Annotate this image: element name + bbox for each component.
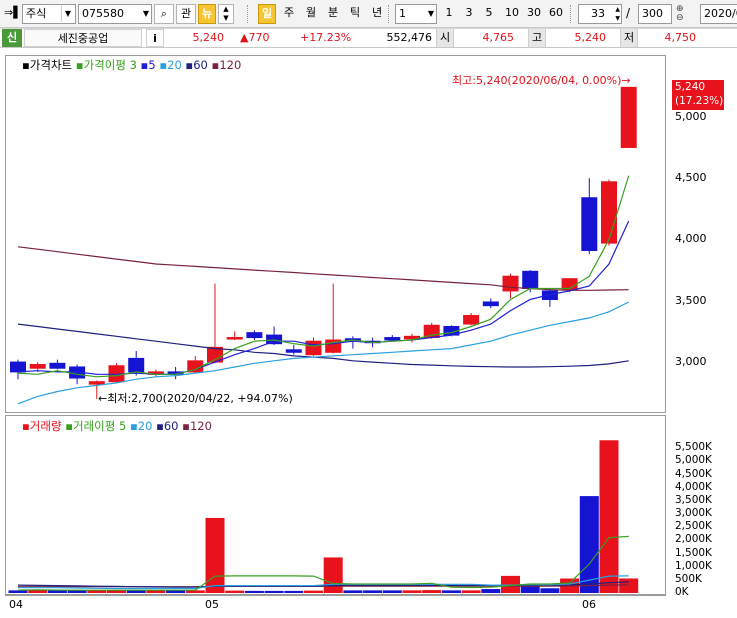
count-5-button[interactable]: 5 [480,4,498,24]
volume-y-tick: 5,500K [675,441,712,454]
stock-code-input[interactable]: 075580 ▼ [78,4,152,24]
period-day-button[interactable]: 일 [258,4,276,24]
x-tick-04: 04 [9,598,23,611]
x-axis-line [5,595,666,596]
high-annotation: 최고:5,240(2020/06/04, 0.00%)→ [452,74,631,87]
high-price: 5,240 [574,31,607,44]
volume-y-tick: 4,000K [675,480,712,493]
price-legend-title: 가격차트 [29,58,73,72]
low-label: 저 [620,29,638,47]
price-y-tick: 3,000 [675,355,707,369]
volume-y-tick: 2,000K [675,533,712,546]
ma60-legend: 60 [193,58,208,72]
x-tick-06: 06 [582,598,596,611]
news-button[interactable]: 뉴 [198,4,216,24]
count-3-button[interactable]: 3 [460,4,478,24]
x-tick-05: 05 [205,598,219,611]
separator [388,5,390,23]
open-label: 시 [436,29,454,47]
period-year-button[interactable]: 년 [368,4,386,24]
up-down-stepper-icon[interactable]: ▲ ▼ [218,4,234,24]
vol-ma20-legend: 20 [137,419,153,433]
ma3-legend: 3 [129,58,137,72]
toolbar: ⇒▌ 주식 ▼ 075580 ▼ ⌕ 관 뉴 ▲ ▼ 일 주 월 분 틱 년 1 … [0,0,737,28]
volume-y-tick: 0K [675,586,689,598]
period-count-select[interactable]: 1 ▼ [395,4,437,24]
current-price: 5,240 [192,31,225,44]
up-down-stepper-icon[interactable]: ▲ ▼ [615,5,620,23]
ma120-legend: 120 [219,58,242,72]
volume-y-tick: 5,000K [675,454,712,467]
count-1-button[interactable]: 1 [440,4,458,24]
credit-flag: 신 [2,29,22,47]
vol-ma5-legend: 5 [118,419,127,433]
price-legend: ▪가격차트 ▪가격이평 3 ▪5 ▪20 ▪60 ▪120 [22,58,242,72]
volume-ma-label: 거래이평 [73,419,116,433]
price-ma-label: 가격이평 [83,58,126,72]
period-month-button[interactable]: 월 [302,4,320,24]
count-30-button[interactable]: 30 [524,4,544,24]
volume-y-tick: 1,000K [675,559,712,572]
period-week-button[interactable]: 주 [280,4,298,24]
low-annotation: ←최저:2,700(2020/04/22, +94.07%) [98,392,293,405]
ma20-legend: 20 [167,58,182,72]
price-y-tick: 4,500 [675,171,707,185]
volume-y-tick: 3,500K [675,493,712,506]
screen-link-icon[interactable]: ⇒▌ [4,6,22,19]
volume-legend: ▪거래량 ▪거래이평 5 ▪20 ▪60 ▪120 [22,419,212,433]
high-label: 고 [528,29,546,47]
chevron-down-icon: ▼ [427,9,434,18]
watchlist-button[interactable]: 관 [176,4,196,24]
period-tick-button[interactable]: 틱 [346,4,364,24]
ma5-legend: 5 [148,58,156,72]
separator [570,5,572,23]
volume-chart-panel[interactable] [5,415,666,595]
volume-y-tick: 3,000K [675,507,712,519]
vol-ma120-legend: 120 [189,419,212,433]
separator [247,5,249,23]
volume-y-tick: 1,500K [675,546,712,559]
count-10-button[interactable]: 10 [502,4,522,24]
volume-legend-title: 거래량 [29,419,62,433]
price-y-tick: 3,500 [675,293,707,307]
volume-y-tick: 4,500K [675,467,712,480]
count-60-button[interactable]: 60 [546,4,566,24]
open-price: 4,765 [482,31,515,44]
search-icon[interactable]: ⌕ [154,4,174,24]
price-change: ▲770 [240,31,270,44]
change-percent: +17.23% [300,31,352,44]
price-y-tick: 5,000 [675,109,707,123]
price-chart-panel[interactable] [5,55,666,413]
price-y-tick: 4,000 [675,232,707,246]
visible-count-input[interactable]: 33 ▲ ▼ [578,4,622,24]
period-minute-button[interactable]: 분 [324,4,342,24]
info-icon[interactable]: i [146,29,164,47]
trade-volume: 552,476 [386,31,433,44]
volume-y-tick: 2,500K [675,520,712,533]
count-separator: / [626,6,631,20]
chevron-down-icon: ▼ [142,9,149,18]
vol-ma60-legend: 60 [163,419,179,433]
current-price-box: 5,240 (17.23%) [672,80,724,110]
stock-name: 세진중공업 [24,29,142,47]
market-select[interactable]: 주식 ▼ [22,4,76,24]
chevron-down-icon: ▼ [61,6,74,22]
volume-y-tick: 500K [675,572,702,585]
